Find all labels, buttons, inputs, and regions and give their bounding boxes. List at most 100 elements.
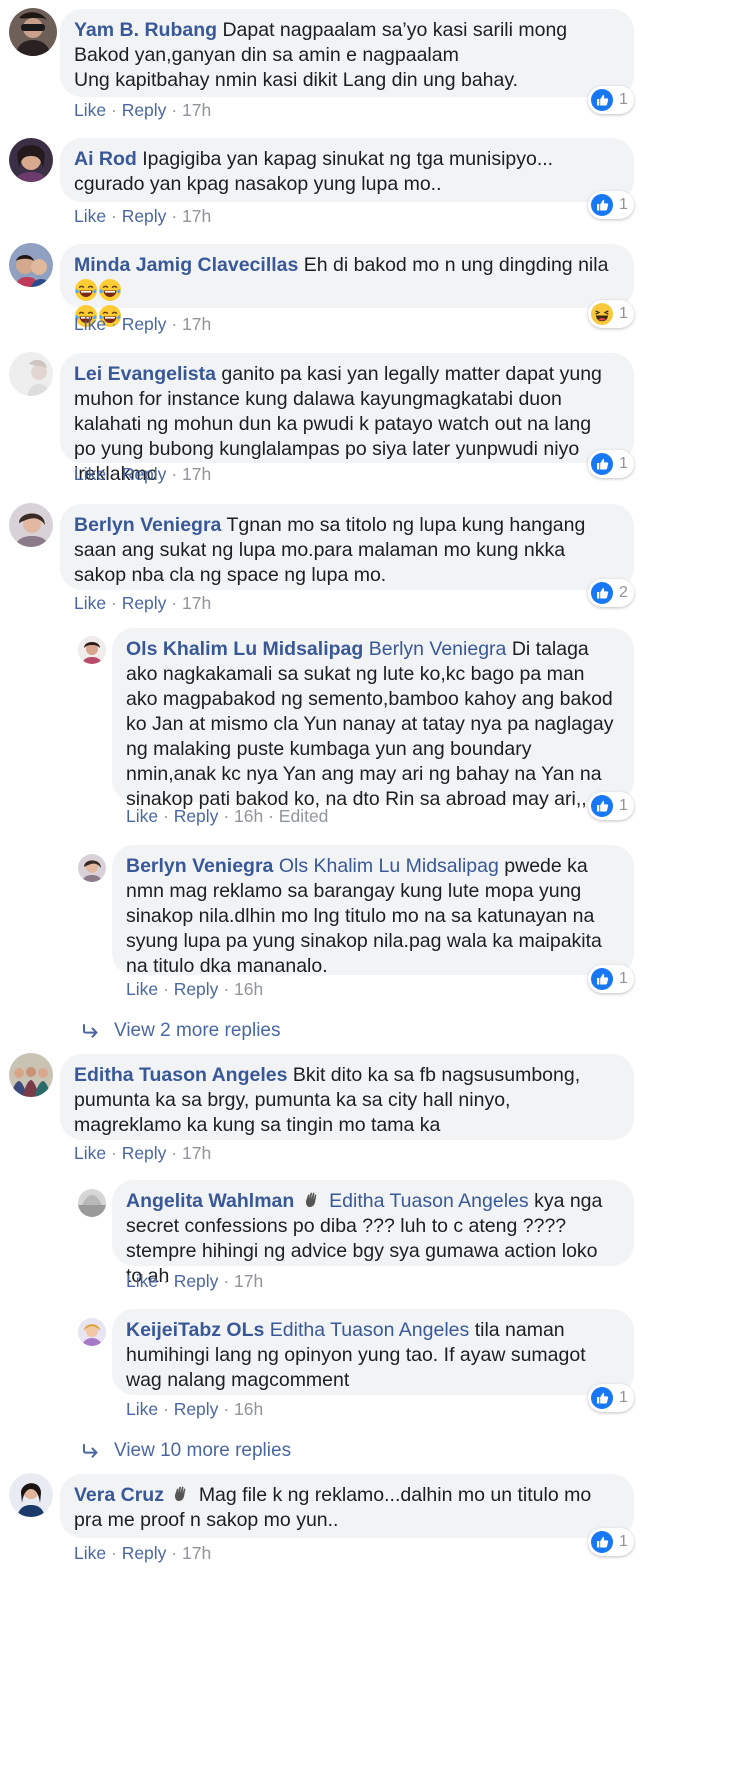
comment-timestamp[interactable]: 16h bbox=[234, 1399, 263, 1419]
reply-link[interactable]: Reply bbox=[122, 593, 167, 613]
comment-timestamp[interactable]: 17h bbox=[234, 1271, 263, 1291]
laughing-emoji-icon bbox=[74, 278, 98, 302]
comment-timestamp[interactable]: 17h bbox=[182, 464, 211, 484]
comment-timestamp[interactable]: 16h bbox=[234, 806, 263, 826]
like-link[interactable]: Like bbox=[74, 314, 106, 334]
comment-text: Di talaga ako nagkakamali sa sukat ng lu… bbox=[126, 638, 614, 810]
edited-label[interactable]: Edited bbox=[279, 806, 329, 826]
mention-link[interactable]: Editha Tuason Angeles bbox=[329, 1190, 529, 1212]
comment-bubble: KeijeiTabz OLs Editha Tuason Angeles til… bbox=[112, 1309, 634, 1395]
reaction-count[interactable]: 1 bbox=[588, 191, 634, 219]
like-icon bbox=[591, 1531, 613, 1553]
reaction-count[interactable]: 1 bbox=[588, 965, 634, 993]
comment-actions: Like · Reply · 16h · Edited bbox=[126, 806, 329, 826]
avatar[interactable] bbox=[78, 636, 106, 664]
comment-bubble: Minda Jamig Clavecillas Eh di bakod mo n… bbox=[60, 244, 634, 308]
like-link[interactable]: Like bbox=[126, 806, 158, 826]
reply-link[interactable]: Reply bbox=[122, 206, 167, 226]
like-icon bbox=[591, 1387, 613, 1409]
reaction-count[interactable]: 1 bbox=[588, 1528, 634, 1556]
avatar[interactable] bbox=[9, 352, 53, 396]
comment-actions: Like · Reply · 17h bbox=[126, 1271, 264, 1291]
view-more-replies-link[interactable]: View 2 more replies bbox=[82, 1020, 281, 1042]
comment-author[interactable]: Yam B. Rubang bbox=[74, 19, 217, 41]
waving-hand-icon bbox=[171, 1484, 191, 1504]
reaction-count[interactable]: 1 bbox=[588, 1384, 634, 1412]
comment-text: Ipagigiba yan kapag sinukat ng tga munis… bbox=[74, 148, 554, 195]
reply-link[interactable]: Reply bbox=[122, 100, 167, 120]
comment-actions: Like · Reply · 17h bbox=[74, 593, 212, 613]
reaction-count[interactable]: 1 bbox=[588, 300, 634, 328]
reaction-count[interactable]: 2 bbox=[588, 579, 634, 607]
comment-author[interactable]: Lei Evangelista bbox=[74, 363, 216, 385]
comment-bubble: Vera Cruz Mag file k ng reklamo...dalhin… bbox=[60, 1474, 634, 1538]
reply-arrow-icon bbox=[82, 1444, 100, 1458]
comment-timestamp[interactable]: 17h bbox=[182, 1543, 211, 1563]
comment-bubble: Yam B. Rubang Dapat nagpaalam sa’yo kasi… bbox=[60, 9, 634, 97]
reaction-count[interactable]: 1 bbox=[588, 792, 634, 820]
comment-timestamp[interactable]: 17h bbox=[182, 593, 211, 613]
reply-link[interactable]: Reply bbox=[122, 1143, 167, 1163]
comment-timestamp[interactable]: 17h bbox=[182, 1143, 211, 1163]
comment-author[interactable]: Editha Tuason Angeles bbox=[74, 1064, 287, 1086]
like-link[interactable]: Like bbox=[126, 1271, 158, 1291]
like-icon bbox=[591, 968, 613, 990]
reply-link[interactable]: Reply bbox=[174, 979, 219, 999]
comment-author[interactable]: Vera Cruz bbox=[74, 1484, 164, 1506]
reply-link[interactable]: Reply bbox=[174, 1399, 219, 1419]
view-more-replies-link[interactable]: View 10 more replies bbox=[82, 1440, 291, 1462]
avatar[interactable] bbox=[9, 138, 53, 182]
like-link[interactable]: Like bbox=[74, 100, 106, 120]
mention-link[interactable]: Ols Khalim Lu Midsalipag bbox=[279, 855, 499, 877]
comment-bubble: Angelita Wahlman Editha Tuason Angeles k… bbox=[112, 1180, 634, 1287]
like-link[interactable]: Like bbox=[126, 1399, 158, 1419]
mention-link[interactable]: Editha Tuason Angeles bbox=[270, 1319, 470, 1341]
comment-actions: Like · Reply · 17h bbox=[74, 206, 212, 226]
avatar[interactable] bbox=[9, 1053, 53, 1097]
avatar[interactable] bbox=[78, 1318, 106, 1346]
reaction-count[interactable]: 1 bbox=[588, 86, 634, 114]
mention-link[interactable]: Berlyn Veniegra bbox=[369, 638, 507, 660]
comment-actions: Like · Reply · 17h bbox=[74, 1143, 212, 1163]
comment-timestamp[interactable]: 17h bbox=[182, 100, 211, 120]
reply-link[interactable]: Reply bbox=[174, 806, 219, 826]
comment-text-line: Ung kapitbahay nmin kasi dikit Lang din … bbox=[74, 69, 519, 91]
comment-author[interactable]: Minda Jamig Clavecillas bbox=[74, 254, 298, 276]
reply-link[interactable]: Reply bbox=[174, 1271, 219, 1291]
avatar[interactable] bbox=[9, 503, 53, 547]
avatar[interactable] bbox=[9, 243, 53, 287]
reply-link[interactable]: Reply bbox=[122, 1543, 167, 1563]
like-icon bbox=[591, 89, 613, 111]
reaction-count[interactable]: 1 bbox=[588, 450, 634, 478]
comment-author[interactable]: Angelita Wahlman bbox=[126, 1190, 294, 1212]
reply-link[interactable]: Reply bbox=[122, 464, 167, 484]
comment-bubble: Ols Khalim Lu Midsalipag Berlyn Veniegra… bbox=[112, 628, 634, 810]
comment-timestamp[interactable]: 17h bbox=[182, 314, 211, 334]
comment-actions: Like · Reply · 17h bbox=[74, 100, 212, 120]
comment-actions: Like · Reply · 17h bbox=[74, 464, 212, 484]
comment-author[interactable]: Berlyn Veniegra bbox=[126, 855, 273, 877]
comment-actions: Like · Reply · 17h bbox=[74, 1543, 212, 1563]
comment-author[interactable]: Ols Khalim Lu Midsalipag bbox=[126, 638, 363, 660]
comment-author[interactable]: Berlyn Veniegra bbox=[74, 514, 221, 536]
comment-author[interactable]: Ai Rod bbox=[74, 148, 137, 170]
avatar[interactable] bbox=[9, 8, 57, 56]
like-icon bbox=[591, 194, 613, 216]
avatar[interactable] bbox=[78, 1189, 106, 1217]
like-link[interactable]: Like bbox=[74, 593, 106, 613]
comment-author[interactable]: KeijeiTabz OLs bbox=[126, 1319, 264, 1341]
comment-bubble: Berlyn Veniegra Tgnan mo sa titolo ng lu… bbox=[60, 504, 634, 590]
reply-link[interactable]: Reply bbox=[122, 314, 167, 334]
comment-timestamp[interactable]: 16h bbox=[234, 979, 263, 999]
comment-actions: Like · Reply · 17h bbox=[74, 314, 212, 334]
avatar[interactable] bbox=[9, 1473, 53, 1517]
like-link[interactable]: Like bbox=[74, 206, 106, 226]
comment-bubble: Lei Evangelista ganito pa kasi yan legal… bbox=[60, 353, 634, 485]
like-link[interactable]: Like bbox=[126, 979, 158, 999]
like-link[interactable]: Like bbox=[74, 1543, 106, 1563]
avatar[interactable] bbox=[78, 854, 106, 882]
like-link[interactable]: Like bbox=[74, 464, 106, 484]
like-icon bbox=[591, 582, 613, 604]
comment-timestamp[interactable]: 17h bbox=[182, 206, 211, 226]
like-link[interactable]: Like bbox=[74, 1143, 106, 1163]
